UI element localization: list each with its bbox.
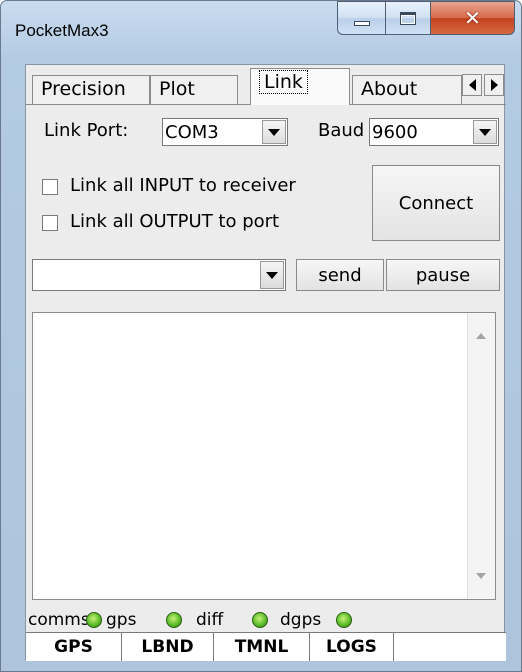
link-output-checkbox[interactable] <box>42 215 58 231</box>
tab-scroll-left-button[interactable] <box>462 74 482 96</box>
tab-strip: Precision Plot Link About <box>26 65 506 105</box>
pause-button-label: pause <box>415 264 471 286</box>
link-port-label: Link Port: <box>44 120 129 141</box>
link-port-value: COM3 <box>165 122 219 143</box>
bottom-tab-empty[interactable] <box>394 633 506 661</box>
indicator-label-comms: comms <box>28 610 90 630</box>
baud-value: 9600 <box>372 122 418 143</box>
baud-label: Baud <box>318 120 365 141</box>
output-log-textarea[interactable] <box>32 312 496 600</box>
close-icon: ✕ <box>464 6 481 30</box>
arrow-right-icon <box>490 79 498 91</box>
comms-led-icon <box>86 612 102 628</box>
link-port-select[interactable]: COM3 <box>162 118 288 146</box>
tab-scroll-right-button[interactable] <box>484 74 504 96</box>
pause-button[interactable]: pause <box>386 259 500 291</box>
tab-about[interactable]: About <box>352 75 462 105</box>
scroll-up-icon[interactable] <box>476 333 486 339</box>
baud-select[interactable]: 9600 <box>369 118 499 146</box>
arrow-left-icon <box>468 79 476 91</box>
scroll-down-icon[interactable] <box>476 573 486 579</box>
bottom-tab-label: LBND <box>141 637 194 657</box>
bottom-tab-logs[interactable]: LOGS <box>310 633 394 661</box>
output-log-scrollbar[interactable] <box>467 313 495 599</box>
bottom-tab-gps[interactable]: GPS <box>26 633 122 661</box>
link-port-dropdown-button[interactable] <box>262 120 286 144</box>
connect-button[interactable]: Connect <box>372 165 500 241</box>
bottom-tab-label: LOGS <box>326 637 377 657</box>
window-title: PocketMax3 <box>15 21 109 40</box>
tab-label: Precision <box>41 78 126 100</box>
title-bar[interactable]: PocketMax3 ✕ <box>1 1 521 63</box>
indicator-label-diff: diff <box>196 610 224 630</box>
tab-precision[interactable]: Precision <box>32 75 150 105</box>
connect-button-label: Connect <box>398 192 474 214</box>
chevron-down-icon <box>268 128 280 136</box>
tab-scroll <box>462 74 504 96</box>
gps-led-icon <box>166 612 182 628</box>
client-area: Precision Plot Link About Link Port: COM… <box>25 64 506 661</box>
status-bar: comms gps diff dgps GPS LBND TMNL LOGS <box>26 610 506 661</box>
bottom-tab-label: TMNL <box>234 637 289 657</box>
minimize-button[interactable] <box>337 1 385 35</box>
bottom-tab-label: GPS <box>54 637 93 657</box>
send-button-label: send <box>318 264 362 286</box>
chevron-down-icon <box>266 271 278 279</box>
bottom-tab-lbnd[interactable]: LBND <box>122 633 214 661</box>
minimize-icon <box>353 20 370 26</box>
bottom-tab-strip: GPS LBND TMNL LOGS <box>26 632 506 661</box>
link-output-label: Link all OUTPUT to port <box>70 211 280 232</box>
tab-label: Link <box>259 70 308 94</box>
close-button[interactable]: ✕ <box>431 1 515 35</box>
tab-link[interactable]: Link <box>250 68 350 105</box>
link-input-checkbox[interactable] <box>42 179 58 195</box>
baud-dropdown-button[interactable] <box>473 120 497 144</box>
command-select[interactable] <box>32 259 286 291</box>
bottom-tab-tmnl[interactable]: TMNL <box>214 633 310 661</box>
tab-plot[interactable]: Plot <box>150 75 238 105</box>
indicator-label-dgps: dgps <box>280 610 322 630</box>
caption-buttons: ✕ <box>337 1 515 37</box>
maximize-button[interactable] <box>385 1 431 35</box>
chevron-down-icon <box>479 128 491 136</box>
send-button[interactable]: send <box>296 259 384 291</box>
tab-label: About <box>361 78 418 100</box>
indicator-label-gps: gps <box>106 610 137 630</box>
tab-label: Plot <box>159 78 195 100</box>
dgps-led-icon <box>336 612 352 628</box>
link-input-label: Link all INPUT to receiver <box>70 175 296 196</box>
command-dropdown-button[interactable] <box>260 261 284 289</box>
maximize-icon <box>400 11 416 25</box>
diff-led-icon <box>252 612 268 628</box>
app-window: PocketMax3 ✕ Precision Plot Link About L… <box>0 0 522 672</box>
